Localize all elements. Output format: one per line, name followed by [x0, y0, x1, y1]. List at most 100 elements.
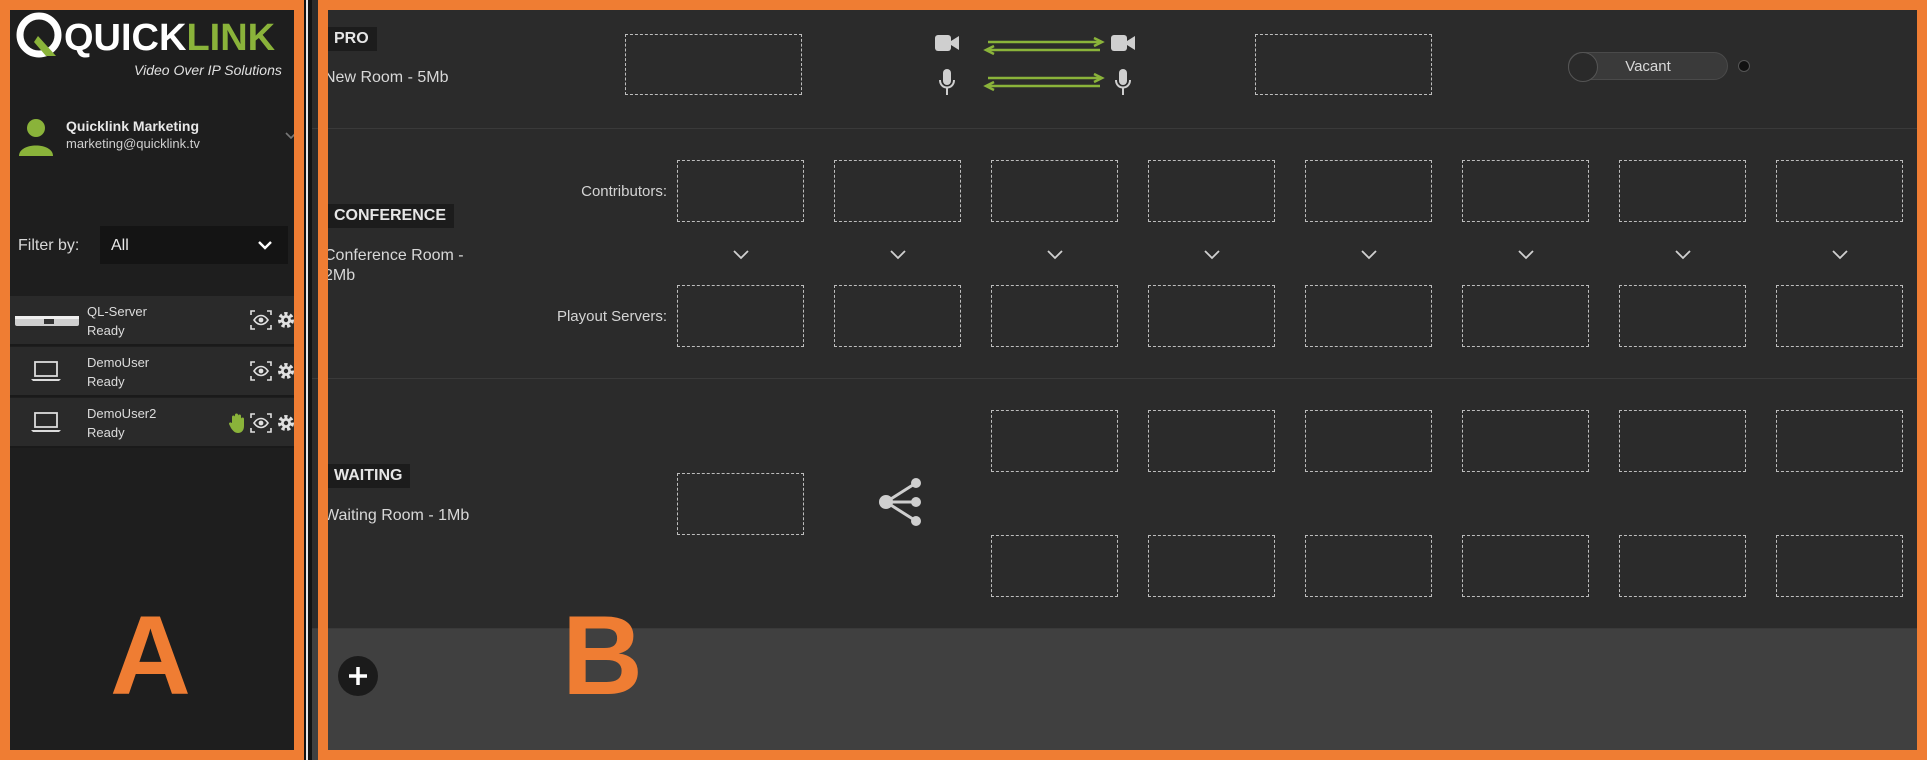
playout-slot[interactable] — [1462, 285, 1589, 347]
waiting-slot[interactable] — [1148, 410, 1275, 472]
contributor-slot[interactable] — [991, 160, 1118, 222]
contributor-slot[interactable] — [1305, 160, 1432, 222]
quicklink-q-icon — [16, 12, 62, 58]
bidirectional-arrows-icon — [983, 36, 1105, 92]
source-slot[interactable] — [625, 34, 802, 95]
room-badge: PRO — [326, 27, 377, 51]
contributor-slot[interactable] — [1619, 160, 1746, 222]
room-badge: CONFERENCE — [326, 204, 455, 228]
chevron-down-icon[interactable] — [1360, 249, 1378, 261]
chevron-down-icon — [258, 241, 272, 250]
laptop-icon — [31, 412, 61, 432]
playout-servers-label: Playout Servers: — [556, 308, 667, 325]
chevron-down-icon[interactable] — [1674, 249, 1692, 261]
user-account[interactable]: Quicklink Marketing marketing@quicklink.… — [16, 116, 298, 160]
add-room-area — [312, 629, 1927, 760]
status-indicator — [1738, 60, 1750, 72]
room-description: Conference Room - 2Mb — [324, 247, 464, 284]
chevron-down-icon[interactable] — [284, 130, 298, 140]
waiting-slot[interactable] — [1305, 410, 1432, 472]
waiting-slot[interactable] — [991, 410, 1118, 472]
playout-slot[interactable] — [1148, 285, 1275, 347]
waiting-slot[interactable] — [1148, 535, 1275, 597]
preview-eye-icon[interactable] — [250, 413, 272, 433]
waiting-slot[interactable] — [1462, 535, 1589, 597]
room-waiting: WAITING Waiting Room - 1Mb — [312, 379, 1927, 629]
room-conference: CONFERENCE Conference Room - 2Mb Contrib… — [312, 129, 1927, 379]
preview-eye-icon[interactable] — [250, 361, 272, 381]
playout-slot[interactable] — [1619, 285, 1746, 347]
source-slot[interactable] — [677, 473, 804, 535]
filter-select[interactable]: All — [100, 226, 288, 264]
filter-label: Filter by: — [18, 237, 80, 254]
preview-eye-icon[interactable] — [250, 310, 272, 330]
logo-tagline: Video Over IP Solutions — [134, 62, 282, 78]
video-camera-icon — [935, 35, 959, 51]
microphone-icon — [1115, 69, 1131, 95]
panel-b-label: B — [562, 593, 643, 718]
quicklink-logo: QUICKLINK Video Over IP Solutions — [14, 10, 284, 80]
list-item[interactable]: DemoUser Ready — [10, 347, 296, 397]
share-icon — [879, 478, 921, 526]
room-description: Waiting Room - 1Mb — [324, 507, 470, 524]
waiting-slot[interactable] — [1776, 410, 1903, 472]
contributor-slot[interactable] — [1462, 160, 1589, 222]
destination-slot[interactable] — [1255, 34, 1432, 95]
chevron-down-icon[interactable] — [1046, 249, 1064, 261]
device-name: QL-Server — [87, 304, 147, 319]
contributor-slot[interactable] — [834, 160, 961, 222]
contributor-slot[interactable] — [1776, 160, 1903, 222]
chevron-down-icon[interactable] — [1831, 249, 1849, 261]
contributor-slot[interactable] — [677, 160, 804, 222]
filter-bar: Filter by: All — [18, 226, 298, 266]
waiting-slot[interactable] — [1619, 410, 1746, 472]
playout-slot[interactable] — [1776, 285, 1903, 347]
microphone-icon — [939, 69, 955, 95]
waiting-slot[interactable] — [1305, 535, 1432, 597]
playout-slot[interactable] — [1305, 285, 1432, 347]
contributor-slot[interactable] — [1148, 160, 1275, 222]
device-status: Ready — [87, 374, 125, 389]
plus-icon — [349, 667, 367, 685]
device-name: DemoUser2 — [87, 406, 157, 421]
contributors-label: Contributors: — [581, 183, 667, 200]
gear-icon[interactable] — [276, 361, 296, 381]
device-status: Ready — [87, 323, 125, 338]
add-room-button[interactable] — [338, 656, 378, 696]
laptop-icon — [31, 361, 61, 381]
waiting-slot[interactable] — [1776, 535, 1903, 597]
list-item[interactable]: QL-Server Ready — [10, 296, 296, 346]
gear-icon[interactable] — [276, 413, 296, 433]
vacant-toggle[interactable]: Vacant — [1568, 52, 1728, 82]
playout-slot[interactable] — [834, 285, 961, 347]
playout-slot[interactable] — [677, 285, 804, 347]
chevron-down-icon[interactable] — [889, 249, 907, 261]
gear-icon[interactable] — [276, 310, 296, 330]
waiting-slot[interactable] — [1462, 410, 1589, 472]
chevron-down-icon[interactable] — [1517, 249, 1535, 261]
list-item[interactable]: DemoUser2 Ready — [10, 398, 296, 448]
panel-divider-line — [306, 0, 308, 760]
logo-wordmark: QUICKLINK — [64, 17, 276, 59]
room-pro: PRO New Room - 5Mb Vacant — [312, 0, 1927, 129]
user-name: Quicklink Marketing — [66, 118, 200, 134]
panel-a-label: A — [110, 593, 191, 718]
rooms-panel: PRO New Room - 5Mb Vacant CONFERENCE Con… — [312, 0, 1927, 760]
chevron-down-icon[interactable] — [1203, 249, 1221, 261]
room-badge: WAITING — [326, 464, 411, 488]
chevron-down-icon[interactable] — [732, 249, 750, 261]
user-email: marketing@quicklink.tv — [66, 136, 200, 151]
room-description: New Room - 5Mb — [324, 69, 449, 86]
playout-slot[interactable] — [991, 285, 1118, 347]
waiting-slot[interactable] — [991, 535, 1118, 597]
user-avatar-icon — [19, 119, 53, 156]
waiting-slot[interactable] — [1619, 535, 1746, 597]
device-status: Ready — [87, 425, 125, 440]
video-camera-icon — [1111, 35, 1135, 51]
server-icon — [15, 316, 79, 326]
toggle-label: Vacant — [1625, 58, 1671, 75]
device-list: QL-Server Ready DemoUser Ready DemoUser2… — [10, 296, 296, 449]
device-name: DemoUser — [87, 355, 150, 370]
raised-hand-icon[interactable] — [228, 412, 246, 434]
filter-value: All — [111, 237, 129, 254]
